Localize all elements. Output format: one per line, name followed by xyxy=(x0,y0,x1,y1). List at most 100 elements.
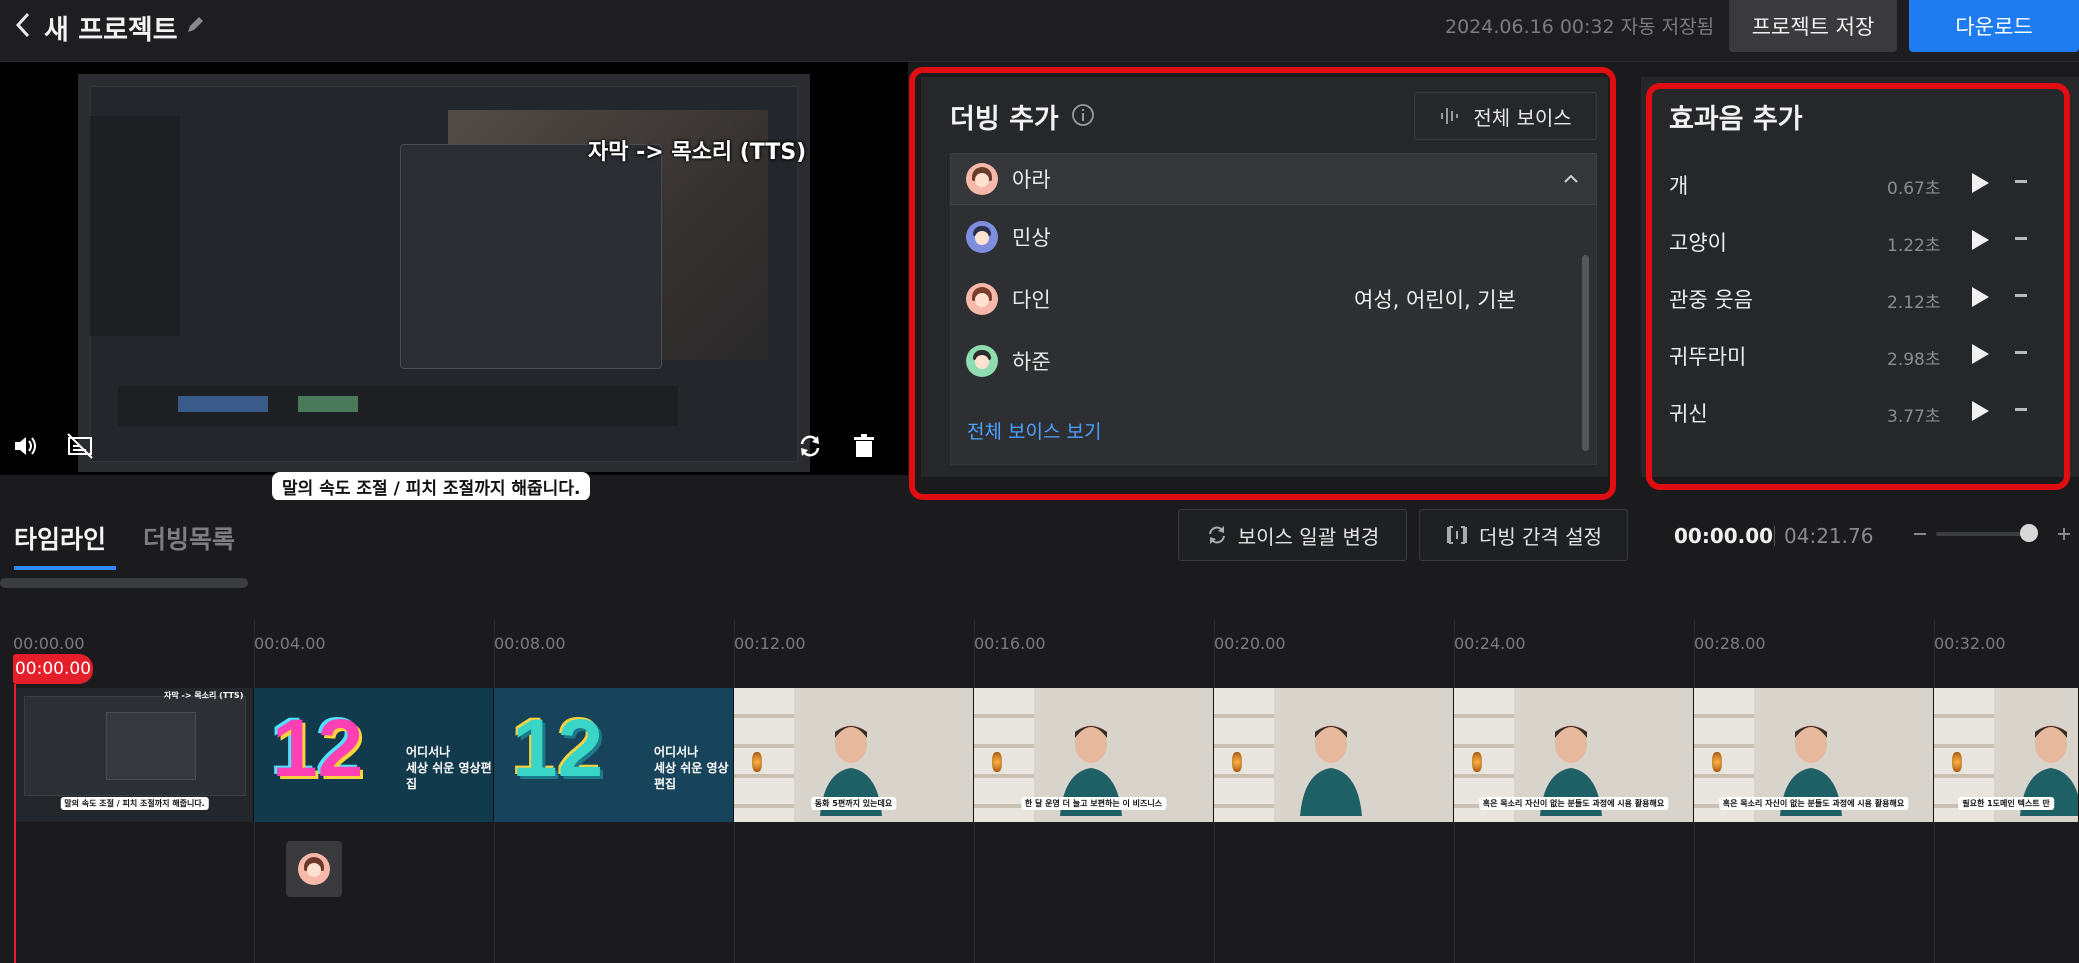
video-clip[interactable]: 혹은 목소리 자신이 없는 분들도 과정에 시용 활용해요 xyxy=(1454,688,1694,822)
more-icon[interactable] xyxy=(2015,294,2027,297)
video-clip[interactable]: 한 달 운영 더 늘고 보편하는 이 비즈니스 xyxy=(974,688,1214,822)
dubbing-interval-button[interactable]: 더빙 간격 설정 xyxy=(1419,509,1628,561)
video-clip[interactable]: 12 어디서나 세상 쉬운 영상편집 xyxy=(494,688,734,822)
sfx-name: 귀뚜라미 xyxy=(1669,345,1747,369)
more-icon[interactable] xyxy=(2015,180,2027,183)
tick-label: 00:00.00 xyxy=(13,634,85,653)
clip-caption: 말의 속도 조절 / 피치 조절까지 해줍니다. xyxy=(60,797,209,810)
voice-option-name: 하준 xyxy=(1012,350,1051,374)
sfx-item[interactable]: 귀신 3.77초 xyxy=(1669,392,2079,432)
all-voices-label: 전체 보이스 xyxy=(1473,105,1572,130)
video-clip[interactable]: 12 어디서나 세상 쉬운 영상편집 xyxy=(254,688,494,822)
tick-label: 00:28.00 xyxy=(1694,634,1766,653)
save-project-button[interactable]: 프로젝트 저장 xyxy=(1729,0,1897,52)
caption-top: 자막 -> 목소리 (TTS) xyxy=(588,140,807,165)
voice-option-dain[interactable]: 다인 여성, 어린이, 기본 xyxy=(951,271,1571,327)
tick-label: 00:20.00 xyxy=(1214,634,1286,653)
sfx-item[interactable]: 귀뚜라미 2.98초 xyxy=(1669,335,2079,375)
tab-dubbing-list[interactable]: 더빙목록 xyxy=(143,520,235,556)
batch-voice-change-label: 보이스 일괄 변경 xyxy=(1237,524,1380,549)
sfx-item[interactable]: 개 0.67초 xyxy=(1669,164,2079,204)
all-voices-button[interactable]: 전체 보이스 xyxy=(1414,92,1597,140)
avatar xyxy=(966,221,998,253)
promo-text: 어디서나 세상 쉬운 영상편집 xyxy=(406,745,492,791)
play-icon[interactable] xyxy=(1969,227,1991,253)
video-clip[interactable]: 자막 -> 목소리 (TTS) 말의 속도 조절 / 피치 조절까지 해줍니다. xyxy=(16,688,254,822)
sfx-item[interactable]: 관중 웃음 2.12초 xyxy=(1669,278,2079,318)
tick-label: 00:16.00 xyxy=(974,634,1046,653)
chevron-left-icon[interactable] xyxy=(10,10,36,40)
waveform-icon xyxy=(1441,108,1459,124)
sfx-duration: 3.77초 xyxy=(1887,407,1941,427)
info-icon[interactable] xyxy=(1071,103,1095,127)
tick-label: 00:32.00 xyxy=(1934,634,2006,653)
selected-voice-name: 아라 xyxy=(1012,168,1051,192)
timeline-toolbar: 타임라인 더빙목록 보이스 일괄 변경 더빙 간격 설정 00:00.00 04… xyxy=(0,500,2079,572)
timeline-ruler: 00:00.00 00:04.00 00:08.00 00:12.00 00:1… xyxy=(0,620,2079,963)
avatar xyxy=(966,283,998,315)
sfx-duration: 1.22초 xyxy=(1887,236,1941,256)
tts-dialog-thumbnail xyxy=(400,144,662,369)
clip-caption: 필요한 1도메인 텍스트 만 xyxy=(1958,797,2054,810)
voice-option-name: 다인 xyxy=(1012,288,1051,312)
trash-icon[interactable] xyxy=(850,432,878,460)
dubbing-clip[interactable] xyxy=(286,841,342,897)
clip-caption-top: 자막 -> 목소리 (TTS) xyxy=(164,691,244,700)
active-tab-indicator xyxy=(14,566,116,570)
dropdown-scrollbar[interactable] xyxy=(1582,255,1589,451)
tick-label: 00:24.00 xyxy=(1454,634,1526,653)
see-all-voices-link[interactable]: 전체 보이스 보기 xyxy=(967,417,1101,444)
dubbing-interval-label: 더빙 간격 설정 xyxy=(1478,524,1603,549)
sfx-name: 귀신 xyxy=(1669,402,1708,426)
sfx-duration: 2.12초 xyxy=(1887,293,1941,313)
sfx-item[interactable]: 고양이 1.22초 xyxy=(1669,221,2079,261)
project-title[interactable]: 새 프로젝트 xyxy=(44,8,178,47)
play-icon[interactable] xyxy=(1969,341,1991,367)
autosave-status: 2024.06.16 00:32 자동 저장됨 xyxy=(1445,16,1715,38)
more-icon[interactable] xyxy=(2015,408,2027,411)
voice-option-hajun[interactable]: 하준 xyxy=(951,333,1571,389)
video-clip[interactable]: 필요한 1도메인 텍스트 만 xyxy=(1934,688,2079,822)
zoom-out-icon[interactable] xyxy=(1914,533,1926,535)
timeline-scrollbar[interactable] xyxy=(0,578,248,588)
playhead[interactable] xyxy=(14,684,16,963)
caption-bottom: 말의 속도 조절 / 피치 조절까지 해줍니다. xyxy=(272,472,591,501)
voice-option-tags: 여성, 어린이, 기본 xyxy=(1354,288,1516,312)
current-time: 00:00.00 xyxy=(1674,524,1774,548)
speaker-icon[interactable] xyxy=(12,432,40,460)
video-clip[interactable]: 동화 5편까지 있는데요 xyxy=(734,688,974,822)
more-icon[interactable] xyxy=(2015,351,2027,354)
tick-label: 00:08.00 xyxy=(494,634,566,653)
play-icon[interactable] xyxy=(1969,398,1991,424)
sfx-name: 관중 웃음 xyxy=(1669,288,1753,312)
total-time: 04:21.76 xyxy=(1784,524,1874,548)
play-icon[interactable] xyxy=(1969,170,1991,196)
playhead-time[interactable]: 00:00.00 xyxy=(13,654,93,684)
video-clip[interactable]: 혹은 목소리 자신이 없는 분들도 과정에 시용 활용해요 xyxy=(1694,688,1934,822)
download-button[interactable]: 다운로드 xyxy=(1909,0,2079,52)
sfx-duration: 2.98초 xyxy=(1887,350,1941,370)
voice-select[interactable]: 아라 xyxy=(950,153,1597,205)
refresh-icon xyxy=(1208,526,1225,544)
zoom-slider-handle[interactable] xyxy=(2020,524,2038,542)
avatar xyxy=(966,163,998,195)
dubbing-panel: 더빙 추가 전체 보이스 아라 민상 다인 여성, 어린이, 기본 하준 전체 … xyxy=(921,77,1608,477)
refresh-icon[interactable] xyxy=(796,432,824,460)
more-icon[interactable] xyxy=(2015,237,2027,240)
clip-caption: 한 달 운영 더 늘고 보편하는 이 비즈니스 xyxy=(1020,797,1167,810)
voice-option-minsang[interactable]: 민상 xyxy=(951,209,1571,265)
sound-effects-panel: 효과음 추가 개 0.67초 고양이 1.22초 관중 웃음 2.12초 귀뚜라… xyxy=(1641,77,2079,477)
video-clip[interactable] xyxy=(1214,688,1454,822)
sfx-name: 개 xyxy=(1669,174,1689,198)
avatar xyxy=(298,853,330,885)
pencil-icon[interactable] xyxy=(184,14,206,36)
chevron-up-icon[interactable] xyxy=(1560,168,1582,190)
play-icon[interactable] xyxy=(1969,284,1991,310)
tab-timeline[interactable]: 타임라인 xyxy=(14,520,106,556)
sound-effects-title: 효과음 추가 xyxy=(1669,104,1803,135)
clip-caption: 혹은 목소리 자신이 없는 분들도 과정에 시용 활용해요 xyxy=(1478,797,1669,810)
batch-voice-change-button[interactable]: 보이스 일괄 변경 xyxy=(1178,509,1407,561)
subtitle-off-icon[interactable] xyxy=(66,432,94,460)
dubbing-title: 더빙 추가 xyxy=(950,104,1059,135)
tick-label: 00:04.00 xyxy=(254,634,326,653)
